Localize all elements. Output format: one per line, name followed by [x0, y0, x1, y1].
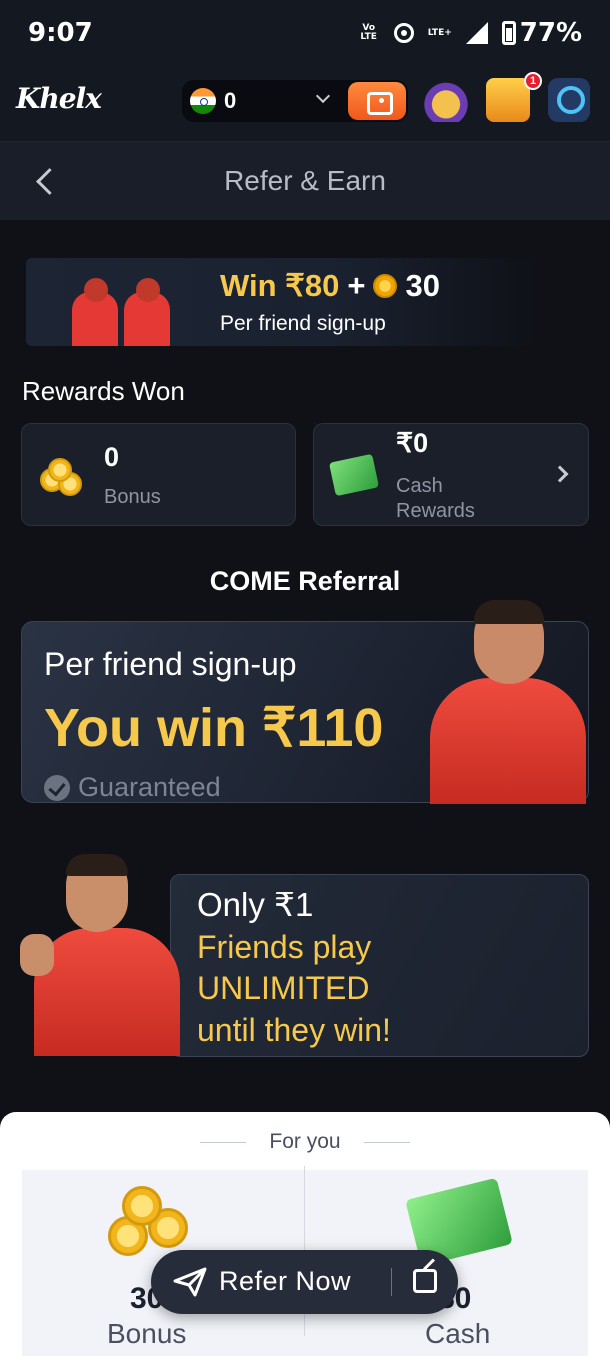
win-amount-line: Win ₹80 + 30: [220, 268, 440, 304]
app-logo[interactable]: Khelx: [16, 82, 102, 115]
bonus-reward-card[interactable]: 0 Bonus: [21, 423, 296, 526]
hotspot-icon: [393, 23, 414, 43]
app-header: Khelx 0: [0, 68, 610, 142]
bonus-value: 0: [104, 442, 120, 472]
win-amount: Win ₹80: [220, 268, 340, 303]
only-card-line: UNLIMITED: [197, 970, 370, 1006]
send-icon: [173, 1267, 207, 1297]
player-thumbs-up-image: [20, 854, 180, 1056]
only-one-rupee-card[interactable]: Only ₹1 Friends play UNLIMITED until the…: [170, 874, 589, 1057]
only-card-line: until they win!: [197, 1012, 391, 1048]
guaranteed-text: Guaranteed: [78, 772, 221, 802]
plus-sign: +: [347, 268, 366, 303]
lte-label: LTE+: [427, 28, 452, 38]
balance-selector[interactable]: 0: [182, 80, 408, 122]
only-card-title: Only ₹1: [197, 886, 314, 923]
player-head: [84, 278, 108, 302]
refer-now-label: Refer Now: [219, 1266, 352, 1296]
status-bar: 9:07 Vo LTE LTE+ 77%: [0, 0, 610, 68]
verified-icon: [44, 774, 70, 801]
referral-heading: COME Referral: [209, 566, 401, 596]
referral-subtitle: Per friend sign-up: [44, 646, 297, 682]
ambassador-image: [424, 600, 590, 804]
sheet-bonus-label: Bonus: [107, 1318, 187, 1349]
status-icons: Vo LTE LTE+ 77%: [358, 18, 582, 48]
players-illustration: [66, 264, 176, 346]
battery-percent: 77%: [519, 18, 582, 48]
thumbs-up-hand: [20, 934, 54, 976]
balance-amount: 0: [224, 88, 237, 113]
cash-label: Cash Rewards: [396, 475, 475, 522]
coin-icon: [373, 274, 398, 298]
battery-icon: [501, 21, 516, 45]
page-title: Refer & Earn: [224, 165, 386, 196]
notification-badge: 1: [524, 72, 542, 90]
win-subtitle: Per friend sign-up: [220, 312, 386, 335]
player-head: [136, 278, 160, 302]
ambassador-hair: [474, 600, 544, 624]
rewards-heading: Rewards Won: [22, 376, 185, 406]
player-hair: [66, 854, 128, 876]
jar-icon[interactable]: [424, 78, 468, 122]
win-coins: 30: [405, 268, 440, 303]
support-icon[interactable]: [548, 78, 590, 122]
wallet-button[interactable]: [348, 82, 406, 120]
volte-icon: Vo LTE: [360, 23, 377, 42]
for-you-heading: For you: [269, 1130, 341, 1153]
referral-amount: You win ₹110: [44, 698, 384, 758]
chevron-down-icon[interactable]: [315, 88, 331, 104]
only-card-line: Friends play: [197, 929, 372, 965]
india-flag-icon: [190, 88, 216, 114]
status-time: 9:07: [28, 18, 93, 48]
ambassador-jersey: [430, 678, 586, 804]
title-bar: Refer & Earn: [0, 142, 610, 220]
win-banner[interactable]: Win ₹80 + 30 Per friend sign-up: [26, 258, 536, 346]
battery-indicator: 77%: [501, 18, 582, 48]
share-icon[interactable]: [413, 1269, 437, 1293]
chevron-right-icon[interactable]: [551, 465, 569, 483]
button-separator: [391, 1268, 392, 1296]
refer-now-button[interactable]: Refer Now: [151, 1250, 458, 1314]
sheet-cash-label: Cash: [425, 1318, 491, 1349]
guaranteed-label: Guaranteed: [44, 772, 221, 802]
for-you-sheet: For you: [0, 1112, 610, 1356]
treasure-chest-icon[interactable]: [486, 78, 530, 122]
coin-shape: [48, 458, 72, 482]
coins-icon: [40, 458, 86, 498]
signal-icon: [465, 22, 488, 44]
cash-value: ₹0: [396, 428, 429, 458]
bonus-label: Bonus: [104, 486, 161, 508]
cash-reward-card[interactable]: ₹0 Cash Rewards: [313, 423, 589, 526]
player-jersey: [34, 928, 180, 1056]
cash-icon: [328, 453, 380, 497]
coin-shape: [122, 1186, 162, 1226]
